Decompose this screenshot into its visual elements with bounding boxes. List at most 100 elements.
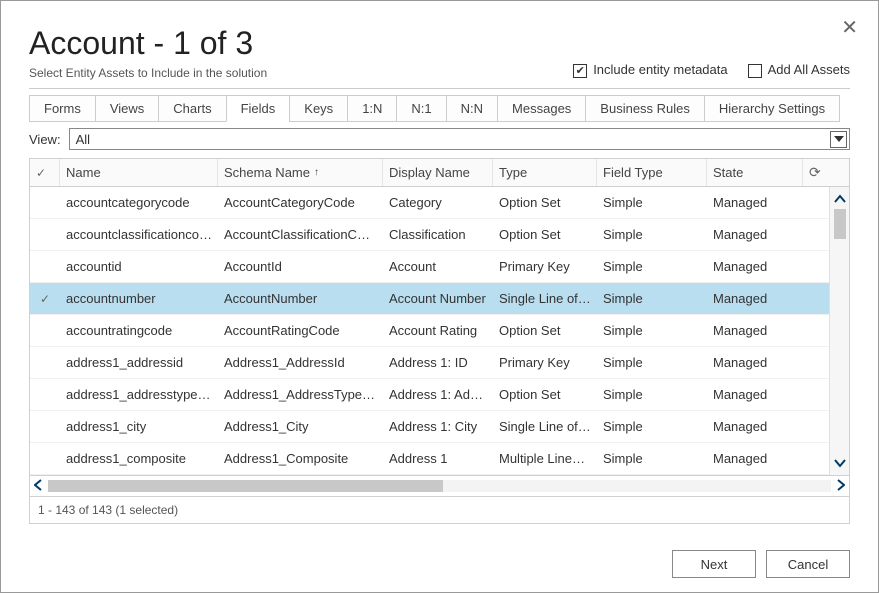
cell-display: Address 1	[383, 451, 493, 466]
cell-state: Managed	[707, 291, 803, 306]
vertical-scrollbar[interactable]	[829, 187, 849, 475]
cell-type: Option Set	[493, 195, 597, 210]
cell-fieldtype: Simple	[597, 451, 707, 466]
cell-type: Option Set	[493, 227, 597, 242]
cell-fieldtype: Simple	[597, 323, 707, 338]
cell-fieldtype: Simple	[597, 355, 707, 370]
cell-name: accountratingcode	[60, 323, 218, 338]
view-select[interactable]: All	[69, 128, 850, 150]
cell-display: Address 1: City	[383, 419, 493, 434]
view-select-value: All	[76, 132, 90, 147]
table-row[interactable]: ✓accountnumberAccountNumberAccount Numbe…	[30, 283, 829, 315]
horizontal-scrollbar[interactable]	[29, 475, 850, 497]
cell-name: address1_composite	[60, 451, 218, 466]
table-row[interactable]: accountcategorycodeAccountCategoryCodeCa…	[30, 187, 829, 219]
column-header-fieldtype[interactable]: Field Type	[597, 159, 707, 186]
tab-n-n[interactable]: N:N	[446, 95, 497, 122]
cell-fieldtype: Simple	[597, 227, 707, 242]
column-header-name[interactable]: Name	[60, 159, 218, 186]
cell-display: Account Number	[383, 291, 493, 306]
cell-display: Account Rating	[383, 323, 493, 338]
close-button[interactable]: ✕	[841, 15, 858, 40]
sort-ascending-icon: ↑	[314, 167, 319, 178]
table-row[interactable]: accountidAccountIdAccountPrimary KeySimp…	[30, 251, 829, 283]
cell-name: address1_addresstypecode	[60, 387, 218, 402]
cell-name: address1_city	[60, 419, 218, 434]
cell-fieldtype: Simple	[597, 291, 707, 306]
tab-messages[interactable]: Messages	[497, 95, 585, 122]
cell-state: Managed	[707, 387, 803, 402]
cell-schema: Address1_Composite	[218, 451, 383, 466]
cell-state: Managed	[707, 227, 803, 242]
tab-hierarchy-settings[interactable]: Hierarchy Settings	[704, 95, 839, 122]
scroll-right-icon[interactable]	[837, 478, 845, 494]
cancel-button[interactable]: Cancel	[766, 550, 850, 578]
cell-display: Account	[383, 259, 493, 274]
cell-name: accountid	[60, 259, 218, 274]
cell-fieldtype: Simple	[597, 387, 707, 402]
add-all-assets-checkbox[interactable]: Add All Assets	[748, 62, 850, 78]
cell-type: Multiple Lines of…	[493, 451, 597, 466]
fields-grid: ✓ Name Schema Name ↑ Display Name Type F…	[29, 158, 850, 475]
column-header-display[interactable]: Display Name	[383, 159, 493, 186]
cell-name: address1_addressid	[60, 355, 218, 370]
tab-fields[interactable]: Fields	[226, 95, 290, 122]
cell-state: Managed	[707, 323, 803, 338]
cell-name: accountcategorycode	[60, 195, 218, 210]
tab-forms[interactable]: Forms	[29, 95, 95, 122]
table-row[interactable]: address1_cityAddress1_CityAddress 1: Cit…	[30, 411, 829, 443]
column-header-state[interactable]: State	[707, 159, 803, 186]
grid-body: accountcategorycodeAccountCategoryCodeCa…	[30, 187, 829, 475]
tab-views[interactable]: Views	[95, 95, 158, 122]
hscroll-track[interactable]	[48, 480, 831, 492]
include-metadata-checkbox[interactable]: Include entity metadata	[573, 62, 727, 78]
page-title: Account - 1 of 3	[29, 25, 267, 62]
table-row[interactable]: accountclassificationcodeAccountClassifi…	[30, 219, 829, 251]
row-check-cell[interactable]: ✓	[30, 291, 60, 306]
scroll-left-icon[interactable]	[34, 478, 42, 494]
next-button[interactable]: Next	[672, 550, 756, 578]
column-header-type[interactable]: Type	[493, 159, 597, 186]
cell-type: Single Line of Text	[493, 291, 597, 306]
cell-fieldtype: Simple	[597, 259, 707, 274]
view-label: View:	[29, 132, 61, 147]
cell-schema: AccountCategoryCode	[218, 195, 383, 210]
scroll-up-icon[interactable]	[834, 191, 846, 207]
cell-schema: AccountClassificationCode	[218, 227, 383, 242]
cell-display: Classification	[383, 227, 493, 242]
refresh-button[interactable]: ⟳	[803, 159, 829, 186]
cell-state: Managed	[707, 419, 803, 434]
tab-1-n[interactable]: 1:N	[347, 95, 396, 122]
cell-fieldtype: Simple	[597, 195, 707, 210]
cell-name: accountnumber	[60, 291, 218, 306]
checkbox-icon	[748, 64, 762, 78]
scroll-down-icon[interactable]	[834, 455, 846, 471]
select-all-column[interactable]: ✓	[30, 159, 60, 186]
scrollbar-thumb[interactable]	[834, 209, 846, 239]
cell-fieldtype: Simple	[597, 419, 707, 434]
cell-type: Option Set	[493, 323, 597, 338]
grid-header-row: ✓ Name Schema Name ↑ Display Name Type F…	[30, 159, 849, 187]
cell-type: Option Set	[493, 387, 597, 402]
table-row[interactable]: address1_addressidAddress1_AddressIdAddr…	[30, 347, 829, 379]
add-all-assets-label: Add All Assets	[768, 62, 850, 77]
check-icon: ✓	[40, 292, 50, 306]
status-bar: 1 - 143 of 143 (1 selected)	[29, 497, 850, 524]
tab-charts[interactable]: Charts	[158, 95, 225, 122]
page-subtitle: Select Entity Assets to Include in the s…	[29, 66, 267, 80]
entity-asset-tabs: FormsViewsChartsFieldsKeys1:NN:1N:NMessa…	[29, 95, 840, 122]
cell-type: Single Line of Text	[493, 419, 597, 434]
hscroll-thumb[interactable]	[48, 480, 443, 492]
cell-schema: Address1_AddressId	[218, 355, 383, 370]
tab-business-rules[interactable]: Business Rules	[585, 95, 704, 122]
cell-display: Address 1: ID	[383, 355, 493, 370]
cell-state: Managed	[707, 195, 803, 210]
column-header-schema[interactable]: Schema Name ↑	[218, 159, 383, 186]
cell-state: Managed	[707, 451, 803, 466]
table-row[interactable]: accountratingcodeAccountRatingCodeAccoun…	[30, 315, 829, 347]
tab-n-1[interactable]: N:1	[396, 95, 445, 122]
table-row[interactable]: address1_compositeAddress1_CompositeAddr…	[30, 443, 829, 475]
tab-keys[interactable]: Keys	[289, 95, 347, 122]
cell-type: Primary Key	[493, 355, 597, 370]
table-row[interactable]: address1_addresstypecodeAddress1_Address…	[30, 379, 829, 411]
